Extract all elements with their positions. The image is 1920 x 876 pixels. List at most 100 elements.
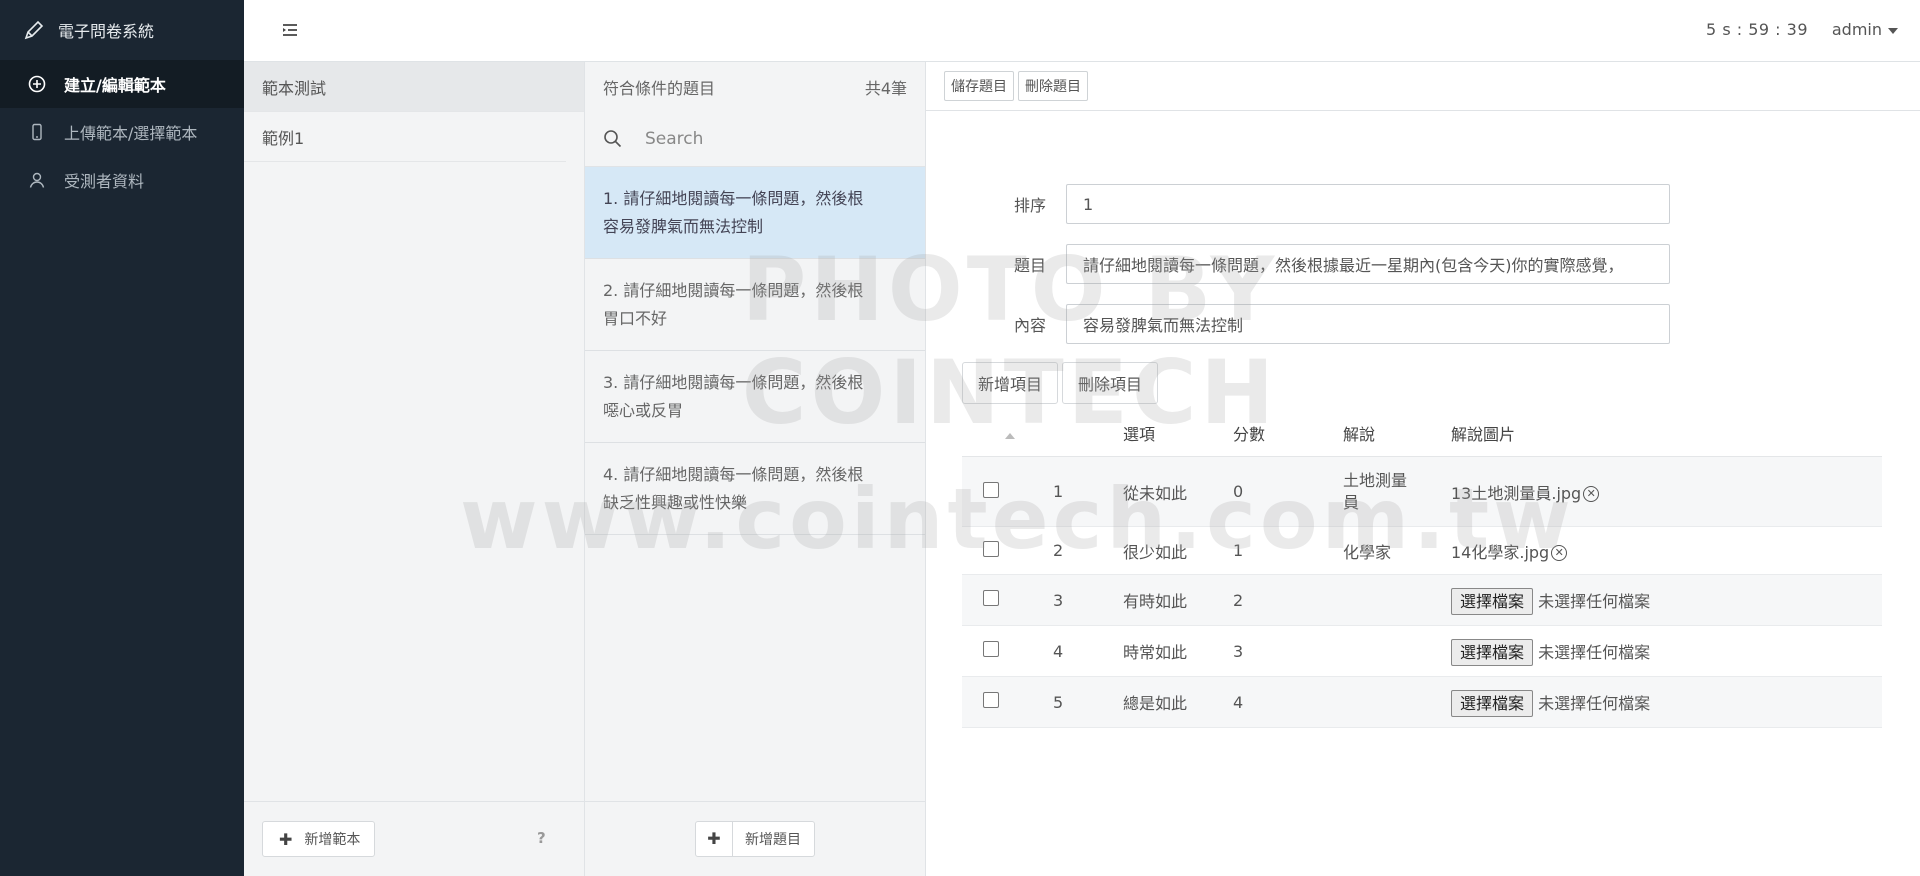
user-menu[interactable]: admin [1832,20,1898,39]
menu-toggle-icon[interactable] [280,20,300,40]
row-explain [1342,625,1450,677]
question-editor: 儲存題目 刪除題目 排序 1 題目 請仔細地閱讀每一條問題，然後根據最近一星期內… [926,62,1920,876]
no-file-text: 未選擇任何檔案 [1538,694,1651,713]
question-item[interactable]: 4. 請仔細地閱讀每一條問題，然後根 缺乏性興趣或性快樂 [585,443,925,535]
question-panel-footer: ✚ 新增題目 [585,801,925,876]
question-item-title: 1. 請仔細地閱讀每一條問題，然後根 [603,189,864,208]
row-score: 0 [1232,456,1342,527]
order-row: 排序 1 [926,184,1670,224]
select-column-header[interactable] [962,410,1052,457]
question-item-title: 4. 請仔細地閱讀每一條問題，然後根 [603,465,864,484]
question-item-title: 3. 請仔細地閱讀每一條問題，然後根 [603,373,864,392]
add-option-button[interactable]: 新增項目 [962,362,1059,404]
image-column-header: 解說圖片 [1450,410,1882,457]
sidebar-item-respondent-data[interactable]: 受測者資料 [0,156,244,204]
table-row: 3 有時如此 2 選擇檔案 未選擇任何檔案 [962,574,1882,626]
image-filename: 13土地測量員.jpg [1451,483,1582,503]
content-input[interactable]: 容易發脾氣而無法控制 [1066,304,1670,344]
plus-icon: ✚ [279,829,293,849]
sidebar-item-label: 受測者資料 [64,172,145,191]
delete-option-button[interactable]: 刪除項目 [1062,362,1159,404]
question-list-title: 符合條件的題目 [603,79,716,98]
add-question-button[interactable]: ✚ 新增題目 [695,821,815,857]
row-checkbox[interactable] [983,481,999,498]
sidebar-item-label: 上傳範本/選擇範本 [64,124,198,143]
question-count: 共4筆 [864,79,907,98]
row-image: 選擇檔案 未選擇任何檔案 [1450,676,1882,728]
remove-image-icon[interactable]: ✕ [1551,545,1568,561]
remove-image-icon[interactable]: ✕ [1583,486,1600,502]
row-score: 1 [1232,526,1342,575]
top-bar: 5 s : 59 : 39 admin [244,0,1920,62]
row-image: 選擇檔案 未選擇任何檔案 [1450,625,1882,677]
row-explain [1342,574,1450,626]
add-question-label: 新增題目 [745,832,801,848]
table-row: 4 時常如此 3 選擇檔案 未選擇任何檔案 [962,625,1882,677]
row-image: 13土地測量員.jpg ✕ [1450,456,1882,527]
template-panel-footer: ✚ 新增範本 ? [244,801,584,876]
question-item-title: 2. 請仔細地閱讀每一條問題，然後根 [603,281,864,300]
question-item[interactable]: 1. 請仔細地閱讀每一條問題，然後根 容易發脾氣而無法控制 [585,167,925,259]
row-score: 2 [1232,574,1342,626]
question-item[interactable]: 2. 請仔細地閱讀每一條問題，然後根 胃口不好 [585,259,925,351]
row-option: 有時如此 [1122,574,1232,626]
save-question-button[interactable]: 儲存題目 [944,71,1014,101]
row-image: 選擇檔案 未選擇任何檔案 [1450,574,1882,626]
question-item-content: 缺乏性興趣或性快樂 [603,493,748,512]
row-option: 總是如此 [1122,676,1232,728]
title-input[interactable]: 請仔細地閱讀每一條問題，然後根據最近一星期內(包含今天)你的實際感覺， [1066,244,1670,284]
option-column-header: 選項 [1122,410,1232,457]
sidebar-item-create-edit-template[interactable]: 建立/編輯範本 [0,60,244,108]
row-score: 4 [1232,676,1342,728]
template-list-panel: 範本測試 範例1 ✚ 新增範本 ? [244,62,585,876]
choose-file-button[interactable]: 選擇檔案 [1451,639,1534,666]
question-item-content: 容易發脾氣而無法控制 [603,217,764,236]
delete-question-button[interactable]: 刪除題目 [1018,71,1088,101]
brand[interactable]: 電子問卷系統 [0,0,244,60]
row-number: 2 [1052,526,1122,575]
no-file-text: 未選擇任何檔案 [1538,643,1651,662]
question-item[interactable]: 3. 請仔細地閱讀每一條問題，然後根 噁心或反胃 [585,351,925,443]
row-option: 從未如此 [1122,456,1232,527]
phone-icon [32,123,42,141]
row-option: 很少如此 [1122,526,1232,575]
app-title: 電子問卷系統 [58,22,155,41]
row-checkbox[interactable] [983,590,999,606]
option-actions: 新增項目 刪除項目 [962,362,1159,404]
row-explain-text: 土地測量員 [1343,470,1408,512]
choose-file-button[interactable]: 選擇檔案 [1451,588,1534,615]
user-icon [29,172,45,188]
content-row: 內容 容易發脾氣而無法控制 [926,304,1670,344]
options-table: 選項 分數 解說 解說圖片 1 從未如此 0 土地測量員 13土地測量員.jpg… [962,410,1882,728]
search-input[interactable] [643,128,887,150]
row-checkbox[interactable] [983,641,999,657]
caret-down-icon [1888,27,1898,34]
template-item[interactable]: 範本測試 [244,62,584,112]
order-input[interactable]: 1 [1066,184,1670,224]
order-label: 排序 [1013,196,1046,215]
question-item-content: 噁心或反胃 [603,401,684,420]
row-checkbox[interactable] [983,692,999,708]
sidebar-item-upload-select-template[interactable]: 上傳範本/選擇範本 [0,108,244,156]
add-template-label: 新增範本 [304,832,361,848]
editor-toolbar: 儲存題目 刪除題目 [926,62,1920,111]
row-score: 3 [1232,625,1342,677]
help-icon[interactable]: ? [537,829,546,847]
session-timer: 5 s : 59 : 39 [1706,20,1808,39]
user-name: admin [1831,20,1882,39]
row-checkbox[interactable] [983,540,999,557]
template-item[interactable]: 範例1 [244,112,566,162]
choose-file-button[interactable]: 選擇檔案 [1451,690,1534,717]
search-icon [604,130,622,148]
pencil-icon [24,20,44,40]
add-template-button[interactable]: ✚ 新增範本 [262,821,375,857]
question-item-content: 胃口不好 [603,309,668,328]
table-header-row: 選項 分數 解說 解說圖片 [962,410,1882,457]
row-image: 14化學家.jpg ✕ [1450,526,1882,575]
table-row: 2 很少如此 1 化學家 14化學家.jpg ✕ [962,526,1882,575]
plus-icon: ✚ [696,822,733,856]
question-list-panel: 符合條件的題目 共4筆 1. 請仔細地閱讀每一條問題，然後根 容易發脾氣而無法控… [585,62,926,876]
sidebar-item-label: 建立/編輯範本 [64,76,166,95]
row-number: 4 [1052,625,1122,677]
sort-asc-icon[interactable] [1005,432,1015,439]
